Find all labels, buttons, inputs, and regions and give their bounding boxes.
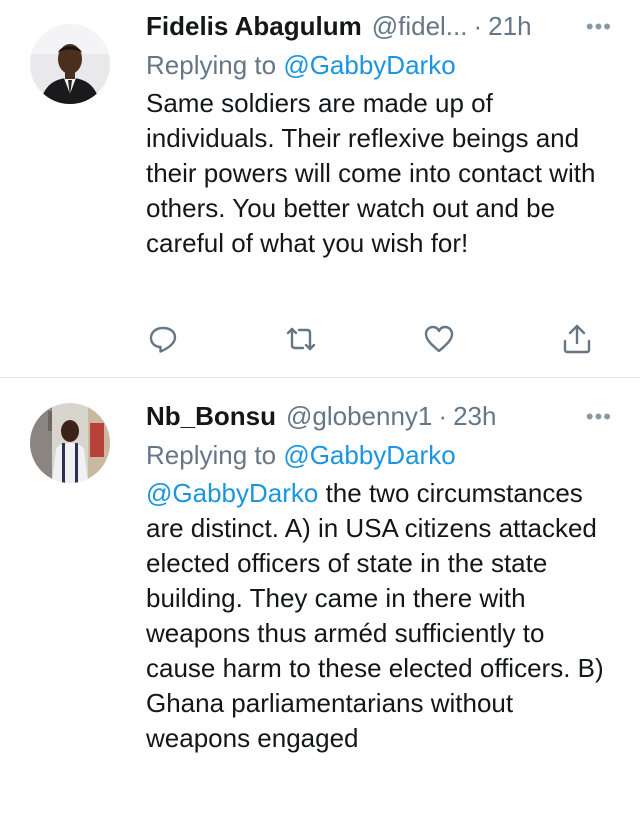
replying-to-link[interactable]: @GabbyDarko	[283, 440, 455, 470]
avatar-image	[30, 403, 110, 483]
tweet-text-body: the two circumstances are distinct. A) i…	[146, 478, 604, 753]
display-name[interactable]: Nb_Bonsu	[146, 401, 276, 432]
tweet-text: @GabbyDarko the two circumstances are di…	[146, 476, 612, 756]
tweet-text: Same soldiers are made up of individuals…	[146, 88, 596, 258]
more-options-icon[interactable]: •••	[586, 14, 612, 40]
replying-to-line: Replying to @GabbyDarko	[146, 436, 612, 474]
replying-to-link[interactable]: @GabbyDarko	[283, 50, 455, 80]
separator-dot: ·	[473, 10, 483, 41]
avatar[interactable]	[30, 403, 110, 483]
replying-to-label: Replying to	[146, 440, 284, 470]
display-name[interactable]: Fidelis Abagulum	[146, 11, 362, 42]
tweet[interactable]: Fidelis Abagulum @fidel... · 21h ••• Rep…	[0, 0, 640, 378]
user-handle[interactable]: @fidel...	[372, 11, 468, 42]
avatar-image	[30, 24, 110, 104]
tweet[interactable]: Nb_Bonsu @globenny1 · 23h ••• Replying t…	[0, 378, 640, 825]
timestamp[interactable]: 23h	[453, 401, 496, 432]
tweet-actions	[146, 322, 591, 358]
retweet-icon[interactable]	[284, 322, 318, 356]
avatar[interactable]	[30, 24, 110, 104]
more-options-icon[interactable]: •••	[586, 404, 612, 430]
separator-dot: ·	[438, 400, 448, 431]
replying-to-line: Replying to @GabbyDarko	[146, 46, 612, 84]
user-handle[interactable]: @globenny1	[286, 401, 432, 432]
share-icon[interactable]	[560, 322, 594, 356]
heart-icon[interactable]	[422, 322, 456, 356]
reply-icon[interactable]	[146, 322, 180, 356]
mention-link[interactable]: @GabbyDarko	[146, 478, 318, 508]
timestamp[interactable]: 21h	[488, 11, 531, 42]
replying-to-label: Replying to	[146, 50, 284, 80]
